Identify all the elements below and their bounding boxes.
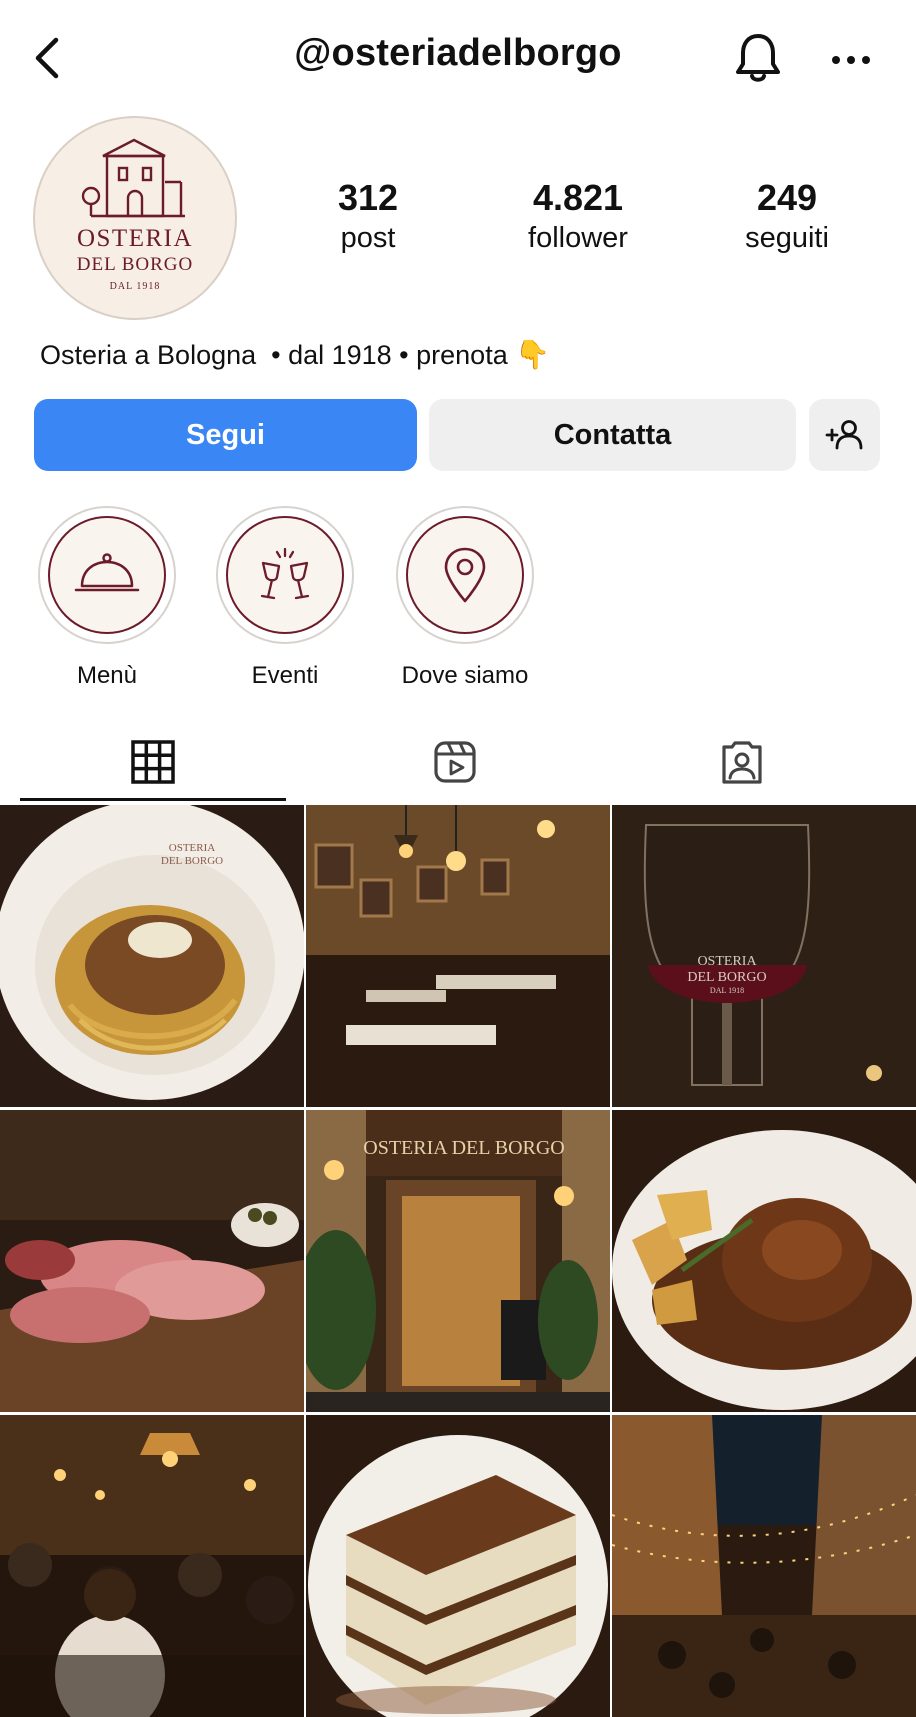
bell-icon	[736, 34, 780, 82]
logo-line-2: DEL BORGO	[77, 254, 194, 275]
follow-button[interactable]: Segui	[34, 399, 417, 471]
post-dining-room[interactable]	[306, 805, 610, 1107]
add-user-icon	[825, 420, 862, 450]
tab-reels[interactable]	[322, 720, 588, 804]
active-tab-indicator	[20, 798, 286, 801]
highlight-location[interactable]: Dove siamo	[395, 506, 535, 690]
glass-text-1: OSTERIA	[697, 954, 757, 969]
storefront-sign-text: OSTERIA DEL BORGO	[363, 1137, 564, 1159]
stat-posts-value: 312	[337, 177, 399, 218]
reels-icon	[434, 741, 476, 783]
highlight-ring	[396, 506, 534, 644]
post-storefront[interactable]: OSTERIA DEL BORGO	[306, 1110, 610, 1412]
more-horizontal-icon	[832, 56, 870, 64]
osteria-logo	[81, 138, 185, 218]
stat-posts-label: post	[340, 222, 396, 254]
highlight-location-label: Dove siamo	[401, 662, 529, 689]
highlight-ring	[216, 506, 354, 644]
highlight-ring	[38, 506, 176, 644]
tab-posts-grid[interactable]	[20, 720, 286, 804]
highlight-cover	[48, 516, 166, 634]
post-braised-meat[interactable]	[612, 1110, 916, 1412]
more-options-button[interactable]	[826, 42, 876, 78]
highlight-menu[interactable]: Menù	[37, 506, 177, 690]
highlight-events-label: Eventi	[251, 662, 319, 689]
post-crowded-interior[interactable]	[0, 1415, 304, 1717]
highlight-cover	[406, 516, 524, 634]
post-tiramisu[interactable]	[306, 1415, 610, 1717]
stat-followers-value: 4.821	[532, 177, 624, 218]
tagged-icon	[722, 741, 762, 784]
stat-following[interactable]: 249 seguiti	[697, 176, 877, 256]
grid-icon	[131, 740, 175, 784]
profile-avatar[interactable]: OSTERIA DEL BORGO DAL 1918	[33, 116, 237, 320]
cloche-icon	[74, 553, 140, 592]
posts-grid: OSTERIA DEL BORGO OSTERIA DEL BORGO DAL …	[0, 805, 916, 1717]
highlight-events[interactable]: Eventi	[215, 506, 355, 690]
post-pasta-dish[interactable]: OSTERIA DEL BORGO	[0, 805, 304, 1107]
stat-followers-label: follower	[528, 222, 628, 254]
glass-text-2: DEL BORGO	[687, 970, 766, 985]
profile-tabs	[0, 720, 916, 804]
suggest-users-button[interactable]	[809, 399, 880, 471]
stat-followers[interactable]: 4.821 follower	[488, 176, 668, 256]
tab-tagged[interactable]	[612, 720, 872, 804]
bio-text: Osteria a Bologna • dal 1918 • prenota	[40, 340, 508, 370]
stat-following-label: seguiti	[745, 222, 829, 254]
notifications-button[interactable]	[732, 30, 784, 86]
plate-text-2: DEL BORGO	[161, 855, 223, 867]
location-pin-icon	[444, 547, 486, 603]
plate-text-1: OSTERIA	[169, 842, 216, 854]
post-wine-glass[interactable]: OSTERIA DEL BORGO DAL 1918	[612, 805, 916, 1107]
highlight-cover	[226, 516, 344, 634]
profile-header: @osteriadelborgo	[0, 0, 916, 110]
logo-line-1: OSTERIA	[77, 225, 193, 252]
glass-text-3: DAL 1918	[710, 986, 744, 995]
stat-following-value: 249	[756, 177, 818, 218]
highlight-menu-label: Menù	[76, 662, 138, 689]
logo-line-3: DAL 1918	[110, 281, 161, 292]
stat-posts[interactable]: 312 post	[278, 176, 458, 256]
post-cured-meats[interactable]	[0, 1110, 304, 1412]
pointing-down-emoji: 👇	[515, 338, 551, 371]
contact-button[interactable]: Contatta	[429, 399, 796, 471]
wine-glasses-icon	[260, 547, 310, 600]
post-street-at-night[interactable]	[612, 1415, 916, 1717]
profile-bio: Osteria a Bologna • dal 1918 • prenota 👇	[40, 338, 550, 371]
